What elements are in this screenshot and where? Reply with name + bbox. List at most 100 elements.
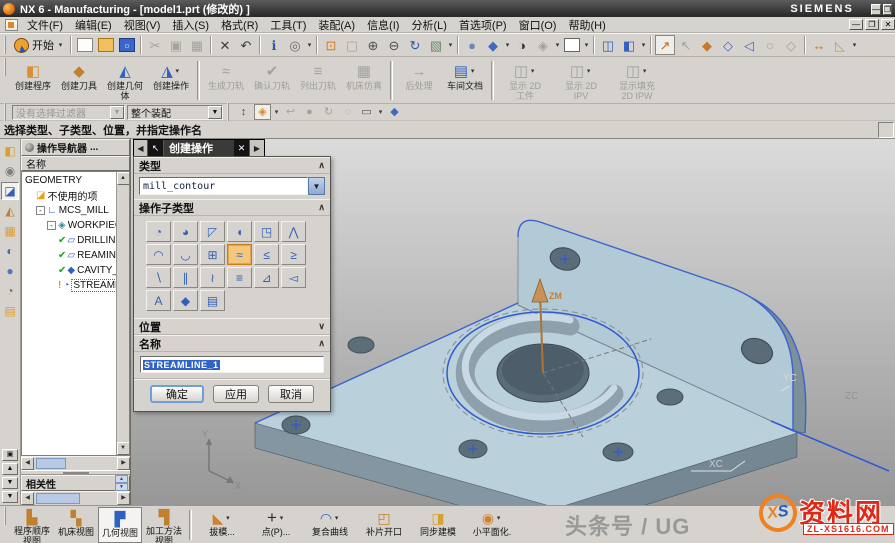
vertical-scrollbar[interactable]: ▲ ▼ — [116, 172, 129, 455]
start-button[interactable]: 开始 ▾ — [11, 35, 67, 55]
doc-minimize-button[interactable]: — — [849, 19, 863, 30]
drag-select-icon[interactable]: ◌ — [339, 104, 356, 120]
plunge-milling-icon[interactable]: ◕ — [173, 221, 198, 242]
menu-item-9[interactable]: 分析(L) — [405, 16, 452, 34]
collapse-up-icon[interactable]: ▲ — [115, 475, 128, 483]
shaded-view-icon[interactable]: ● — [462, 35, 482, 55]
apply-button[interactable]: 应用 — [213, 385, 259, 403]
snap-mid-icon[interactable]: ◁ — [739, 35, 759, 55]
flowcut-multiple-icon[interactable]: ∥ — [173, 267, 198, 288]
chevron-down-icon[interactable]: ▾ — [851, 41, 858, 49]
rotate-view-icon[interactable]: ↻ — [405, 35, 425, 55]
fixed-contour-icon[interactable]: ◠ — [146, 244, 171, 265]
snap-center-icon[interactable]: ○ — [760, 35, 780, 55]
chevron-down-icon[interactable]: ▼ — [208, 106, 222, 119]
streamline-icon[interactable]: ≈ — [227, 244, 252, 265]
machine-tool-view-button[interactable]: ▚机床视图 — [54, 507, 98, 543]
chevron-down-icon[interactable]: ▾ — [469, 67, 476, 75]
cube-select-icon[interactable]: ◆ — [386, 104, 403, 120]
chevron-down-icon[interactable]: ▾ — [333, 514, 340, 522]
tree-item[interactable]: ✔▱REAMING — [22, 248, 116, 263]
chevron-down-icon[interactable]: ▾ — [583, 41, 590, 49]
scroll-left-icon[interactable]: ◀ — [21, 457, 34, 470]
select-all-icon[interactable]: ↕ — [235, 104, 252, 120]
composite-curve-button[interactable]: ◠▾复合曲线 — [303, 507, 357, 543]
background-icon[interactable] — [564, 38, 580, 52]
tree-item[interactable]: !◔STREAML — [22, 278, 116, 293]
create-program-button[interactable]: ◧创建程序 — [10, 58, 56, 103]
name-section-header[interactable]: 名称 ∧ — [134, 335, 330, 352]
tree-item[interactable]: ◪不使用的项 — [22, 188, 116, 203]
point-button[interactable]: +▾点(P)... — [249, 507, 303, 543]
zoom-icon[interactable]: ⊕ — [363, 35, 383, 55]
dependencies-arrows[interactable]: ▲▼ — [115, 475, 128, 491]
flowcut-ref-tool-icon[interactable]: ≀ — [200, 267, 225, 288]
chevron-down-icon[interactable]: ▾ — [273, 108, 280, 116]
chevron-down-icon[interactable]: ▾ — [641, 67, 648, 75]
doc-close-button[interactable]: ✕ — [881, 19, 895, 30]
chevron-down-icon[interactable]: ▾ — [224, 514, 231, 522]
dock-icon[interactable]: ▣ — [2, 449, 18, 461]
chevron-down-icon[interactable]: ▾ — [529, 67, 536, 75]
corner-rough-icon[interactable]: ◸ — [200, 221, 225, 242]
menu-item-7[interactable]: 装配(A) — [312, 16, 361, 34]
template-palette-icon[interactable]: ▤ — [1, 302, 19, 320]
show-hide-icon[interactable]: ◫ — [598, 35, 618, 55]
verify-toolpath-button[interactable]: ✔确认刀轨 — [249, 58, 295, 103]
menu-item-6[interactable]: 工具(T) — [264, 16, 312, 34]
contour-area-dir-steep-icon[interactable]: ≥ — [281, 244, 306, 265]
contour-text-icon[interactable]: A — [146, 290, 171, 311]
clip-section-icon[interactable]: ◑ — [512, 35, 532, 55]
scrollbar-thumb[interactable] — [36, 493, 80, 504]
scroll-down-icon[interactable]: ▼ — [117, 442, 130, 455]
list-toolpath-button[interactable]: ≡列出刀轨 — [295, 58, 341, 103]
show-2d-workpiece-button[interactable]: ◫▾显示 2D工件 — [497, 58, 553, 103]
move-object-icon[interactable]: ◧ — [619, 35, 639, 55]
horizontal-scrollbar[interactable]: ◀ ▶ — [21, 456, 130, 470]
scroll-right-icon[interactable]: ▶ — [117, 457, 130, 470]
type-section-header[interactable]: 类型 ∧ — [134, 157, 330, 174]
create-tool-button[interactable]: ◆创建刀具 — [56, 58, 102, 103]
toolbar-grip[interactable] — [227, 103, 231, 121]
copy-icon[interactable]: ▣ — [166, 35, 186, 55]
collapse-icon[interactable]: ∧ — [318, 160, 325, 171]
chevron-down-icon[interactable]: ▾ — [278, 514, 285, 522]
machine-simulation-button[interactable]: ▦机床仿真 — [341, 58, 387, 103]
menu-item-12[interactable]: 帮助(H) — [562, 16, 611, 34]
menu-item-8[interactable]: 信息(I) — [361, 16, 405, 34]
dynamic-wcs-icon[interactable]: ↗ — [655, 35, 675, 55]
chevron-down-icon[interactable]: ▾ — [504, 41, 511, 49]
measure-icon[interactable]: ↔ — [809, 35, 829, 55]
menu-item-4[interactable]: 插入(S) — [166, 16, 215, 34]
constraint-navigator-icon[interactable]: ◉ — [1, 162, 19, 180]
postprocess-button[interactable]: →后处理 — [396, 58, 442, 103]
chevron-down-icon[interactable]: ▼ — [110, 106, 124, 119]
contour-profile-icon[interactable]: ◅ — [281, 267, 306, 288]
chevron-down-icon[interactable]: ▾ — [640, 41, 647, 49]
show-2d-ipv-button[interactable]: ◫▾显示 2DIPV — [553, 58, 609, 103]
selection-scope-combo[interactable]: 整个装配 ▼ — [127, 105, 223, 120]
tree-item[interactable]: -∟MCS_MILL — [22, 203, 116, 218]
navigator-header[interactable]: 操作导航器 ... — [21, 139, 130, 156]
machine-tool-navigator-icon[interactable]: ◭ — [1, 202, 19, 220]
flowcut-single-icon[interactable]: ∖ — [146, 267, 171, 288]
selection-filter-combo[interactable]: 没有选择过滤器 ▼ — [12, 105, 125, 120]
zoom-window-icon[interactable]: ▢ — [342, 35, 362, 55]
scroll-left-icon[interactable]: ◀ — [21, 492, 34, 505]
operation-navigator-icon[interactable]: ◪ — [1, 182, 19, 200]
cut-icon[interactable]: ✂ — [145, 35, 165, 55]
zlevel-profile-icon[interactable]: ◳ — [254, 221, 279, 242]
cancel-button[interactable]: 取消 — [268, 385, 314, 403]
ok-button[interactable]: 确定 — [150, 385, 204, 403]
properties-icon[interactable]: ℹ — [264, 35, 284, 55]
undo-icon[interactable]: ↶ — [236, 35, 256, 55]
rect-select-icon[interactable]: ▭ — [358, 104, 375, 120]
dependencies-header[interactable]: 相关性 ▲▼ — [21, 475, 130, 491]
rendering-style-icon[interactable]: ◆ — [483, 35, 503, 55]
reuse-library-icon[interactable]: ▦ — [1, 222, 19, 240]
snap-point-icon[interactable]: ◆ — [697, 35, 717, 55]
zlevel-corner-icon[interactable]: ⋀ — [281, 221, 306, 242]
toolbar-grip[interactable] — [4, 103, 8, 121]
program-order-view-button[interactable]: ▙程序顺序视图 — [10, 507, 54, 543]
rotate-select-icon[interactable]: ↻ — [320, 104, 337, 120]
